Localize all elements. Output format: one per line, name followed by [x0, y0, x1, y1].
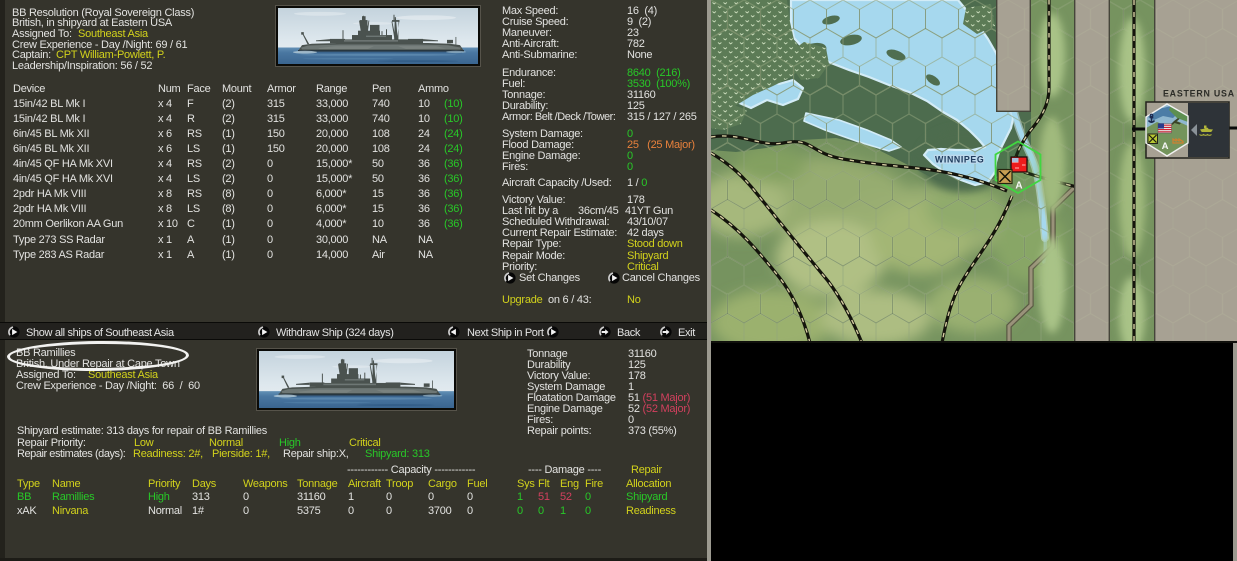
- svg-text:EASTERN USA: EASTERN USA: [1163, 89, 1235, 99]
- svg-text:A: A: [1015, 181, 1022, 192]
- svg-text:WINNIPEG: WINNIPEG: [935, 155, 984, 165]
- svg-text:A: A: [1162, 141, 1169, 152]
